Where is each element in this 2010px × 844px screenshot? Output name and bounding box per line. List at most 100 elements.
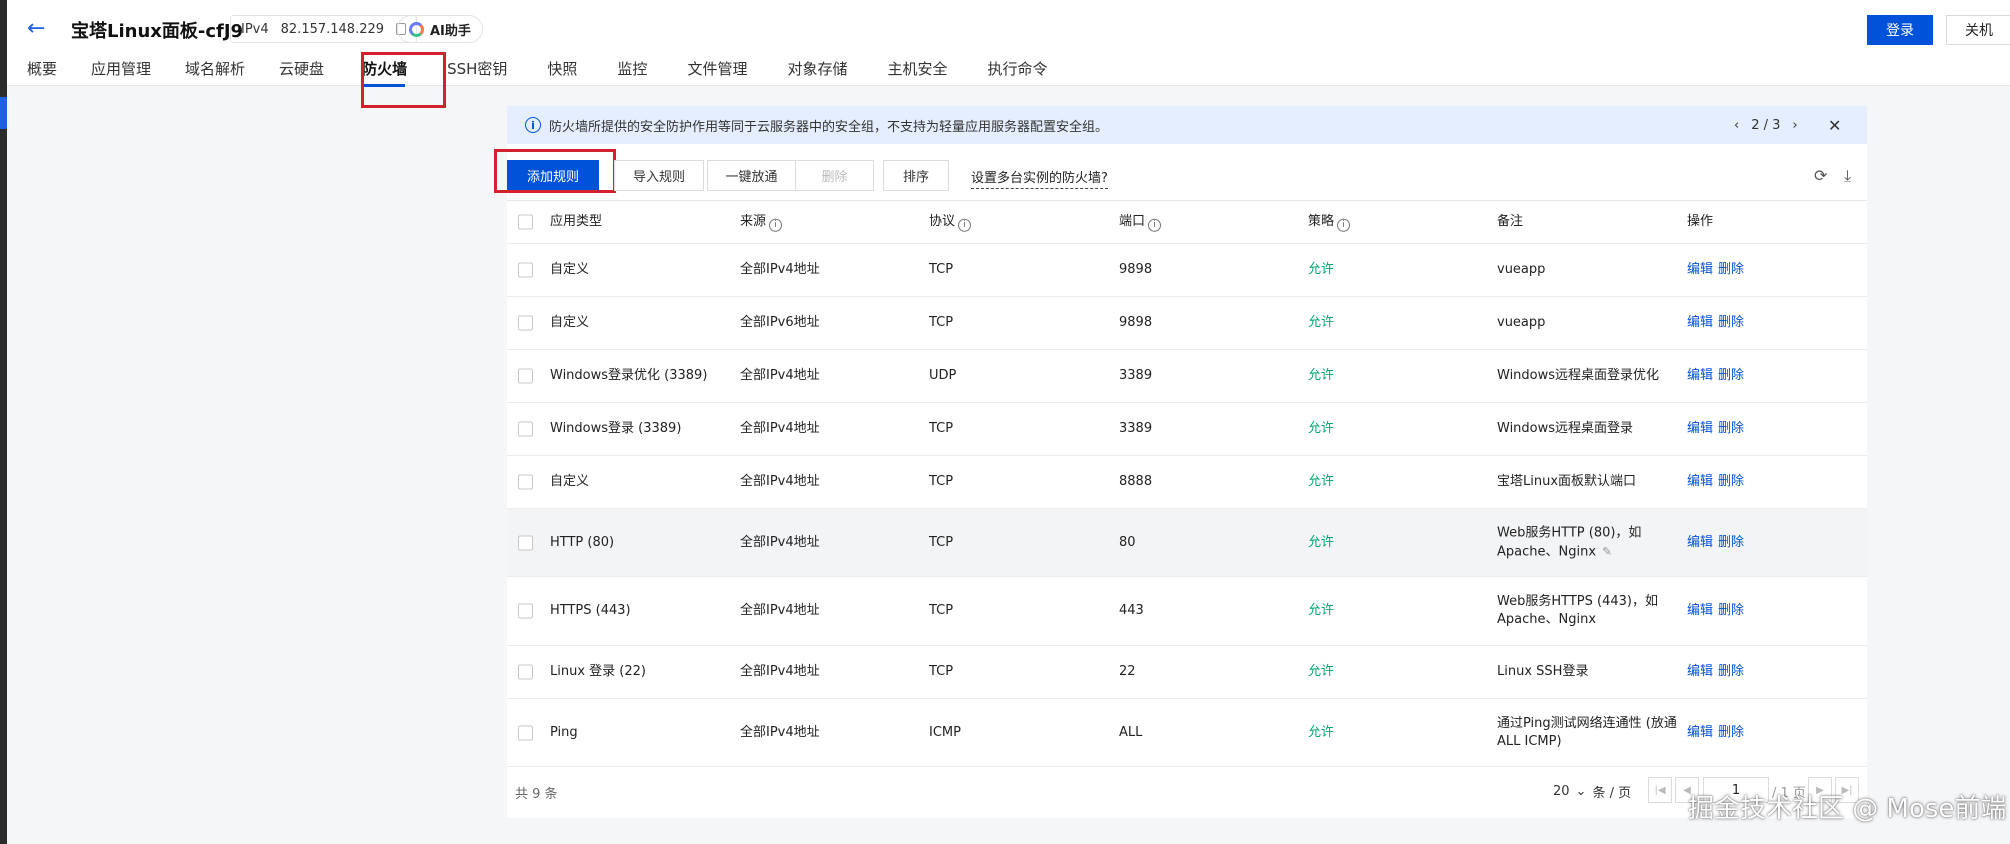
tab-file-management[interactable]: 文件管理 [687, 58, 747, 87]
row-checkbox[interactable] [518, 474, 533, 490]
row-checkbox[interactable] [518, 664, 533, 680]
cell-protocol: TCP [929, 474, 954, 489]
edit-link[interactable]: 编辑 [1687, 602, 1713, 620]
ai-assistant-button[interactable]: AI助手 [397, 15, 483, 43]
row-checkbox[interactable] [518, 421, 533, 437]
notice-page-indicator: 2 / 3 [1751, 117, 1781, 133]
tab-snapshot[interactable]: 快照 [547, 58, 577, 87]
watermark: 掘金技术社区 @ Mose前端 [1688, 794, 2007, 824]
prev-notice-icon[interactable]: ‹ [1734, 118, 1739, 133]
edit-pencil-icon[interactable]: ✎ [1602, 544, 1612, 558]
cell-source: 全部IPv4地址 [740, 664, 820, 679]
sort-button[interactable]: 排序 [883, 160, 949, 191]
row-checkbox[interactable] [518, 368, 533, 384]
tab-run-command[interactable]: 执行命令 [987, 58, 1047, 87]
edit-link[interactable]: 编辑 [1687, 314, 1713, 332]
ai-logo-icon [409, 21, 424, 37]
info-icon[interactable]: i [769, 218, 783, 232]
cell-source: 全部IPv4地址 [740, 368, 820, 383]
download-icon[interactable]: ⤓ [1844, 166, 1851, 186]
cell-policy: 允许 [1308, 534, 1335, 550]
delete-link[interactable]: 删除 [1718, 314, 1744, 332]
cell-policy: 允许 [1308, 262, 1335, 277]
row-checkbox[interactable] [518, 603, 533, 619]
table-row: Windows登录 (3389) 全部IPv4地址 TCP 3389 允许 Wi… [507, 403, 1867, 456]
cell-note: Web服务HTTPS (443)，如 Apache、Nginx [1497, 594, 1658, 627]
delete-link[interactable]: 删除 [1718, 420, 1744, 438]
edit-link[interactable]: 编辑 [1687, 534, 1713, 552]
cell-type: Windows登录优化 (3389) [550, 368, 708, 383]
cell-source: 全部IPv6地址 [740, 315, 820, 330]
left-sidebar-strip [0, 0, 7, 844]
edit-link[interactable]: 编辑 [1687, 724, 1713, 742]
delete-link[interactable]: 删除 [1718, 663, 1744, 681]
close-icon[interactable]: ✕ [1828, 116, 1841, 135]
page-size-select[interactable]: 20 ⌄ 条 / 页 [1553, 782, 1631, 801]
row-checkbox[interactable] [518, 535, 533, 550]
sidebar-active-marker [0, 97, 7, 129]
row-checkbox[interactable] [518, 315, 533, 331]
tab-app-management[interactable]: 应用管理 [91, 58, 151, 87]
import-rules-button[interactable]: 导入规则 [614, 160, 704, 191]
cell-source: 全部IPv4地址 [740, 262, 820, 277]
delete-link[interactable]: 删除 [1718, 602, 1744, 620]
delete-link[interactable]: 删除 [1718, 261, 1744, 279]
tab-host-security[interactable]: 主机安全 [887, 58, 947, 87]
add-rule-highlight [494, 149, 616, 193]
delete-link[interactable]: 删除 [1718, 724, 1744, 742]
cell-source: 全部IPv4地址 [740, 474, 820, 489]
edit-link[interactable]: 编辑 [1687, 261, 1713, 279]
cell-type: Windows登录 (3389) [550, 421, 682, 436]
edit-link[interactable]: 编辑 [1687, 420, 1713, 438]
shutdown-button[interactable]: 关机 [1946, 15, 2010, 45]
cell-port: ALL [1119, 724, 1143, 740]
edit-link[interactable]: 编辑 [1687, 663, 1713, 681]
tab-overview[interactable]: 概要 [27, 58, 57, 87]
tab-ssh-keys[interactable]: SSH密钥 [447, 58, 507, 87]
cell-type: 自定义 [550, 315, 590, 330]
delete-button[interactable]: 删除 [795, 160, 874, 191]
cell-port: 3389 [1119, 421, 1153, 436]
delete-link[interactable]: 删除 [1718, 367, 1744, 385]
one-click-allow-button[interactable]: 一键放通 [707, 160, 796, 191]
column-header-note: 备注 [1497, 214, 1524, 229]
back-arrow-icon[interactable]: ← [27, 16, 45, 41]
login-button[interactable]: 登录 [1867, 15, 1933, 45]
cell-port: 9898 [1119, 315, 1153, 330]
refresh-icon[interactable]: ⟳ [1814, 166, 1827, 185]
table-row: Linux 登录 (22) 全部IPv4地址 TCP 22 允许 Linux S… [507, 646, 1867, 699]
delete-link[interactable]: 删除 [1718, 534, 1744, 552]
cell-policy: 允许 [1308, 603, 1335, 618]
edit-link[interactable]: 编辑 [1687, 367, 1713, 385]
firewall-tab-highlight [361, 52, 446, 108]
notice-text: 防火墙所提供的安全防护作用等同于云服务器中的安全组，不支持为轻量应用服务器配置安… [549, 119, 1109, 135]
table-header-row: 应用类型 来源 i 协议 i 端口 i 策略 i 备注 操作 [507, 201, 1867, 244]
first-page-icon[interactable]: |◀ [1648, 777, 1672, 803]
table-row: Ping 全部IPv4地址 ICMP ALL 允许 通过Ping测试网络连通性 … [507, 699, 1867, 767]
tab-cloud-disk[interactable]: 云硬盘 [279, 58, 324, 87]
info-icon[interactable]: i [958, 218, 972, 232]
next-notice-icon[interactable]: › [1792, 118, 1797, 133]
edit-link[interactable]: 编辑 [1687, 473, 1713, 491]
select-all-checkbox[interactable] [518, 214, 533, 230]
tab-object-storage[interactable]: 对象存储 [787, 58, 847, 87]
ip-type-label: IPv4 [241, 21, 269, 37]
column-header-policy: 策略 i [1308, 213, 1351, 232]
tab-monitor[interactable]: 监控 [617, 58, 647, 87]
cell-policy: 允许 [1308, 315, 1335, 330]
cell-note: Windows远程桌面登录 [1497, 421, 1634, 436]
info-icon: i [525, 117, 541, 133]
cell-protocol: UDP [929, 368, 957, 383]
firewall-rules-table: 应用类型 来源 i 协议 i 端口 i 策略 i 备注 操作 自定义 全部IPv4地址 … [507, 200, 1867, 767]
table-row: HTTPS (443) 全部IPv4地址 TCP 443 允许 Web服务HTT… [507, 577, 1867, 646]
multi-instance-firewall-link[interactable]: 设置多台实例的防火墙? [971, 167, 1108, 189]
tab-domain[interactable]: 域名解析 [185, 58, 245, 87]
delete-link[interactable]: 删除 [1718, 473, 1744, 491]
info-icon[interactable]: i [1337, 218, 1351, 232]
row-checkbox[interactable] [518, 725, 533, 740]
cell-source: 全部IPv4地址 [740, 603, 820, 618]
row-checkbox[interactable] [518, 262, 533, 278]
info-icon[interactable]: i [1148, 218, 1162, 232]
notice-bar: i 防火墙所提供的安全防护作用等同于云服务器中的安全组，不支持为轻量应用服务器配… [507, 106, 1867, 144]
column-header-actions: 操作 [1687, 214, 1714, 229]
